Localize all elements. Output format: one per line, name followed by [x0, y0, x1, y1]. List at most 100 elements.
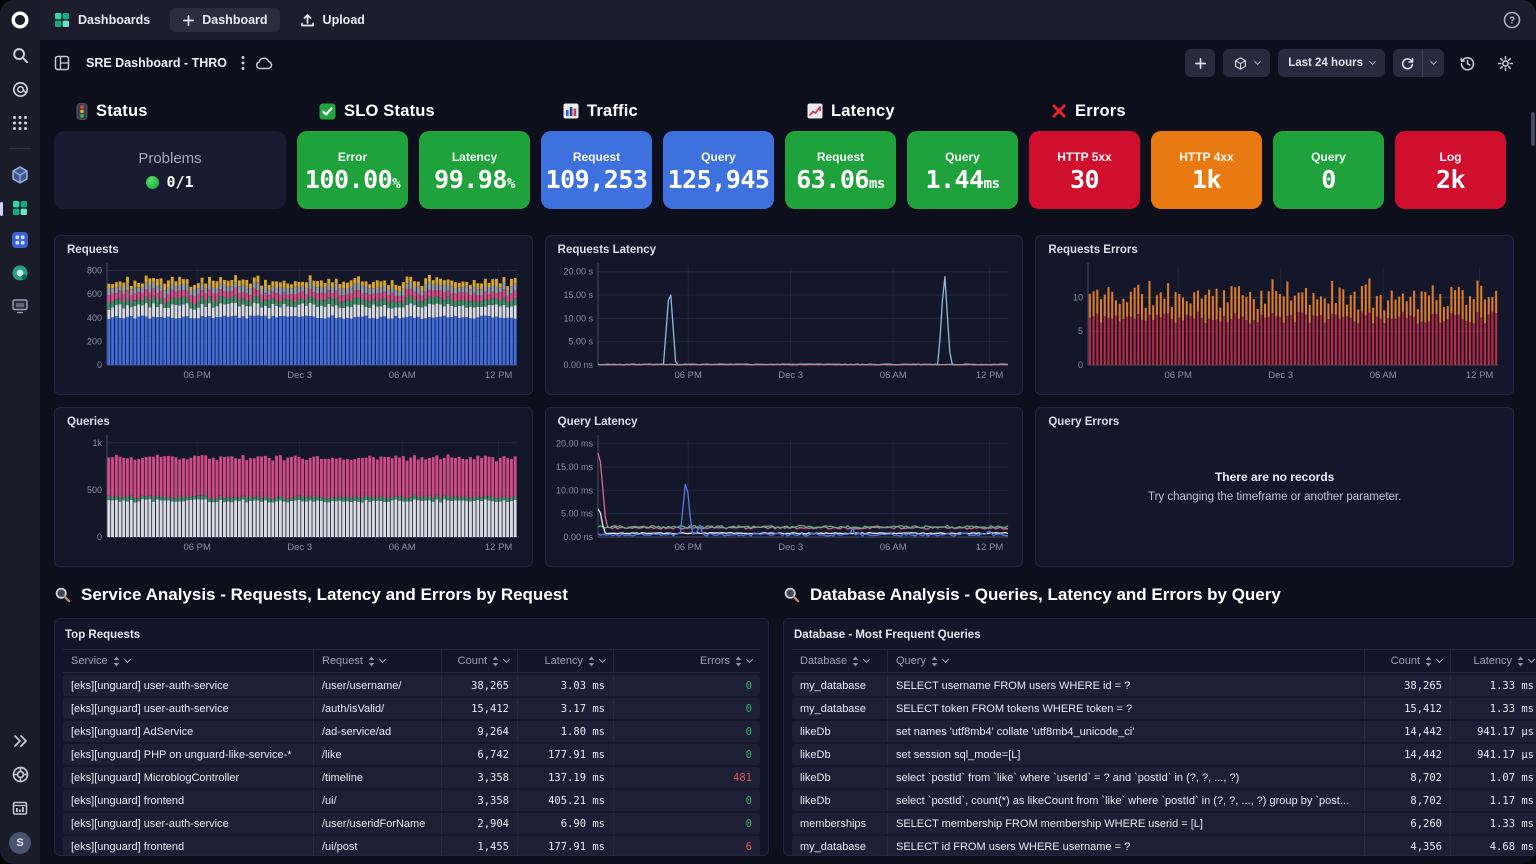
sort-icon[interactable] — [931, 656, 938, 667]
stat-label: HTTP 4xx — [1179, 150, 1233, 164]
chart-title: Queries — [67, 416, 522, 428]
sort-icon[interactable] — [113, 656, 120, 667]
column-header-request[interactable]: Request — [313, 650, 441, 672]
expand-sidebar-icon[interactable] — [11, 732, 29, 750]
sidebar-item-apps-icon[interactable] — [11, 231, 29, 249]
sort-icon[interactable] — [1517, 656, 1524, 667]
stat-value: 0/1 — [166, 173, 193, 191]
metrics-icon[interactable] — [11, 799, 29, 817]
column-header-query[interactable]: Query — [887, 650, 1364, 672]
cell-service: [eks][unguard] user-auth-service — [63, 813, 313, 834]
svg-text:5: 5 — [1078, 326, 1083, 336]
table-row: [eks][unguard] PHP on unguard-like-servi… — [63, 744, 760, 765]
settings-button[interactable] — [1490, 49, 1520, 77]
help-icon[interactable]: ? — [1502, 10, 1522, 30]
svg-text:20.00 s: 20.00 s — [563, 267, 593, 277]
column-header-errors[interactable]: Errors — [613, 650, 760, 672]
column-header-latency[interactable]: Latency — [517, 650, 613, 672]
more-menu-icon[interactable] — [241, 55, 245, 71]
sidebar-item-hosts-icon[interactable] — [11, 297, 29, 315]
chart-title: Requests Errors — [1048, 244, 1503, 256]
cell-latency: 1.33 ms — [1450, 698, 1536, 719]
section-header-slo: SLO Status — [319, 100, 530, 122]
nav-upload[interactable]: Upload — [300, 13, 365, 28]
chevron-down-icon[interactable] — [379, 656, 386, 663]
help-lifebuoy-icon[interactable] — [11, 765, 30, 784]
column-label: Service — [71, 655, 108, 667]
tab-dashboard[interactable]: Dashboard — [170, 8, 279, 32]
explore-icon[interactable] — [11, 80, 30, 99]
chevron-down-icon[interactable] — [1528, 656, 1535, 663]
sort-icon[interactable] — [735, 656, 742, 667]
refresh-interval-button[interactable] — [1423, 49, 1444, 77]
add-panel-button[interactable] — [1185, 49, 1215, 77]
chevron-down-icon[interactable] — [942, 656, 949, 663]
column-header-service[interactable]: Service — [63, 650, 313, 672]
time-range-picker[interactable]: Last 24 hours — [1278, 49, 1385, 77]
search-icon[interactable] — [11, 46, 30, 65]
status-ok-dot — [146, 176, 159, 189]
chevron-down-icon — [1254, 58, 1261, 65]
chevron-down-icon[interactable] — [599, 656, 606, 663]
column-header-database[interactable]: Database — [792, 650, 887, 672]
chevron-down-icon[interactable] — [863, 656, 870, 663]
stat-label: Request — [817, 150, 864, 164]
cell-database: my_database — [792, 836, 887, 856]
sort-icon[interactable] — [368, 656, 375, 667]
cell-latency: 3.03 ms — [517, 675, 613, 696]
sort-icon[interactable] — [1425, 656, 1432, 667]
cell-errors: 0 — [613, 813, 760, 834]
svg-text:12 PM: 12 PM — [1466, 370, 1494, 381]
sidebar-item-dashboards-icon[interactable] — [12, 200, 28, 216]
apps-grid-icon[interactable] — [11, 114, 29, 132]
page-title: SRE Dashboard - THRO — [86, 56, 227, 70]
sidebar-item-kubernetes-icon[interactable] — [10, 165, 30, 185]
table-header-row: DatabaseQueryCountLatencyErrors — [792, 649, 1536, 673]
dashboard-icon[interactable] — [54, 55, 70, 71]
chevron-down-icon[interactable] — [124, 656, 131, 663]
column-label: Errors — [700, 655, 730, 667]
chart-title: Query Latency — [558, 416, 1013, 428]
cell-errors: 0 — [613, 790, 760, 811]
nav-dashboards[interactable]: Dashboards — [54, 12, 150, 28]
kpi-group-slo: SLO StatusError100.00%Latency99.98% — [297, 100, 530, 209]
svg-text:20.00 ms: 20.00 ms — [556, 439, 593, 449]
chart-title: Query Errors — [1048, 416, 1503, 428]
cell-latency: 405.21 ms — [517, 790, 613, 811]
svg-text:800: 800 — [87, 266, 102, 276]
svg-text:500: 500 — [87, 485, 102, 495]
cell-count: 3,358 — [441, 790, 517, 811]
cell-latency: 1.33 ms — [1450, 675, 1536, 696]
cell-request: /like — [313, 744, 441, 765]
sort-icon[interactable] — [492, 656, 499, 667]
refresh-button[interactable] — [1393, 49, 1423, 77]
sidebar-item-services-icon[interactable] — [11, 264, 29, 282]
table-panel-title: Database - Most Frequent Queries — [792, 624, 1536, 649]
nav-dashboards-label: Dashboards — [78, 13, 150, 27]
chevron-down-icon[interactable] — [746, 656, 753, 663]
history-icon — [1459, 55, 1476, 72]
user-avatar[interactable]: S — [9, 832, 31, 854]
sort-icon[interactable] — [588, 656, 595, 667]
cell-count: 4,356 — [1364, 836, 1450, 856]
scrollbar-thumb[interactable] — [1531, 112, 1535, 146]
column-header-latency[interactable]: Latency — [1450, 650, 1536, 672]
cell-request: /ui/post — [313, 836, 441, 856]
column-label: Count — [1391, 655, 1420, 667]
sidebar: S — [0, 0, 40, 864]
column-header-count[interactable]: Count — [441, 650, 517, 672]
history-button[interactable] — [1452, 49, 1482, 77]
chevron-down-icon[interactable] — [503, 656, 510, 663]
kpi-group-errors: ErrorsHTTP 5xx30HTTP 4xx1kQuery0Log2k — [1029, 100, 1506, 209]
svg-text:5.00 s: 5.00 s — [568, 337, 593, 347]
svg-text:06 PM: 06 PM — [674, 370, 702, 381]
variables-button[interactable] — [1223, 49, 1270, 77]
sort-icon[interactable] — [852, 656, 859, 667]
cell-request: /timeline — [313, 767, 441, 788]
stat-label: Log — [1440, 150, 1462, 164]
cell-database: likeDb — [792, 744, 887, 765]
cloud-sync-icon[interactable] — [255, 56, 273, 70]
column-header-count[interactable]: Count — [1364, 650, 1450, 672]
chevron-down-icon[interactable] — [1436, 656, 1443, 663]
stat-value: 30 — [1070, 167, 1099, 192]
